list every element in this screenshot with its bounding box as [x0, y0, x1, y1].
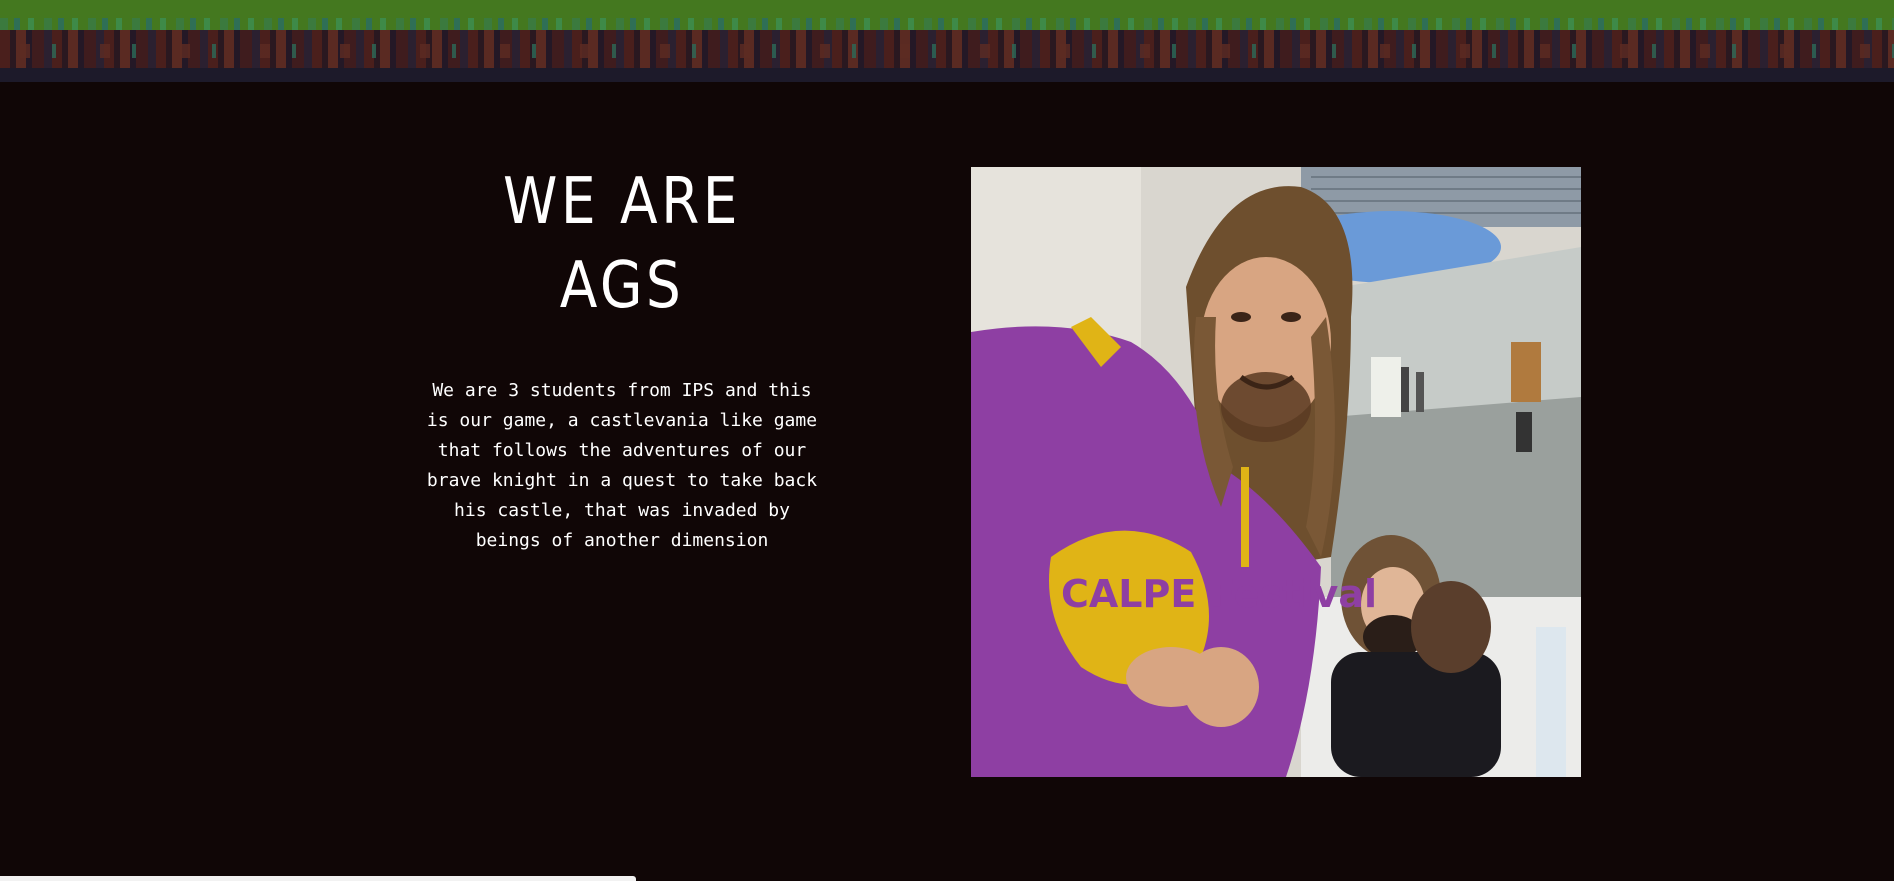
team-photo: CALPE Festival — [971, 167, 1581, 777]
team-photo-illustration: CALPE Festival — [971, 167, 1581, 777]
dirt-layer — [0, 30, 1894, 70]
about-section: WE ARE AGS We are 3 students from IPS an… — [420, 160, 824, 556]
banner-base — [0, 68, 1894, 82]
hoodie-print-text: CALPE Festival — [1061, 572, 1377, 616]
horizontal-scrollbar[interactable] — [0, 876, 636, 881]
about-description: We are 3 students from IPS and this is o… — [426, 380, 818, 551]
pixel-grass-banner — [0, 0, 1894, 82]
page-title: WE ARE AGS — [502, 165, 742, 323]
